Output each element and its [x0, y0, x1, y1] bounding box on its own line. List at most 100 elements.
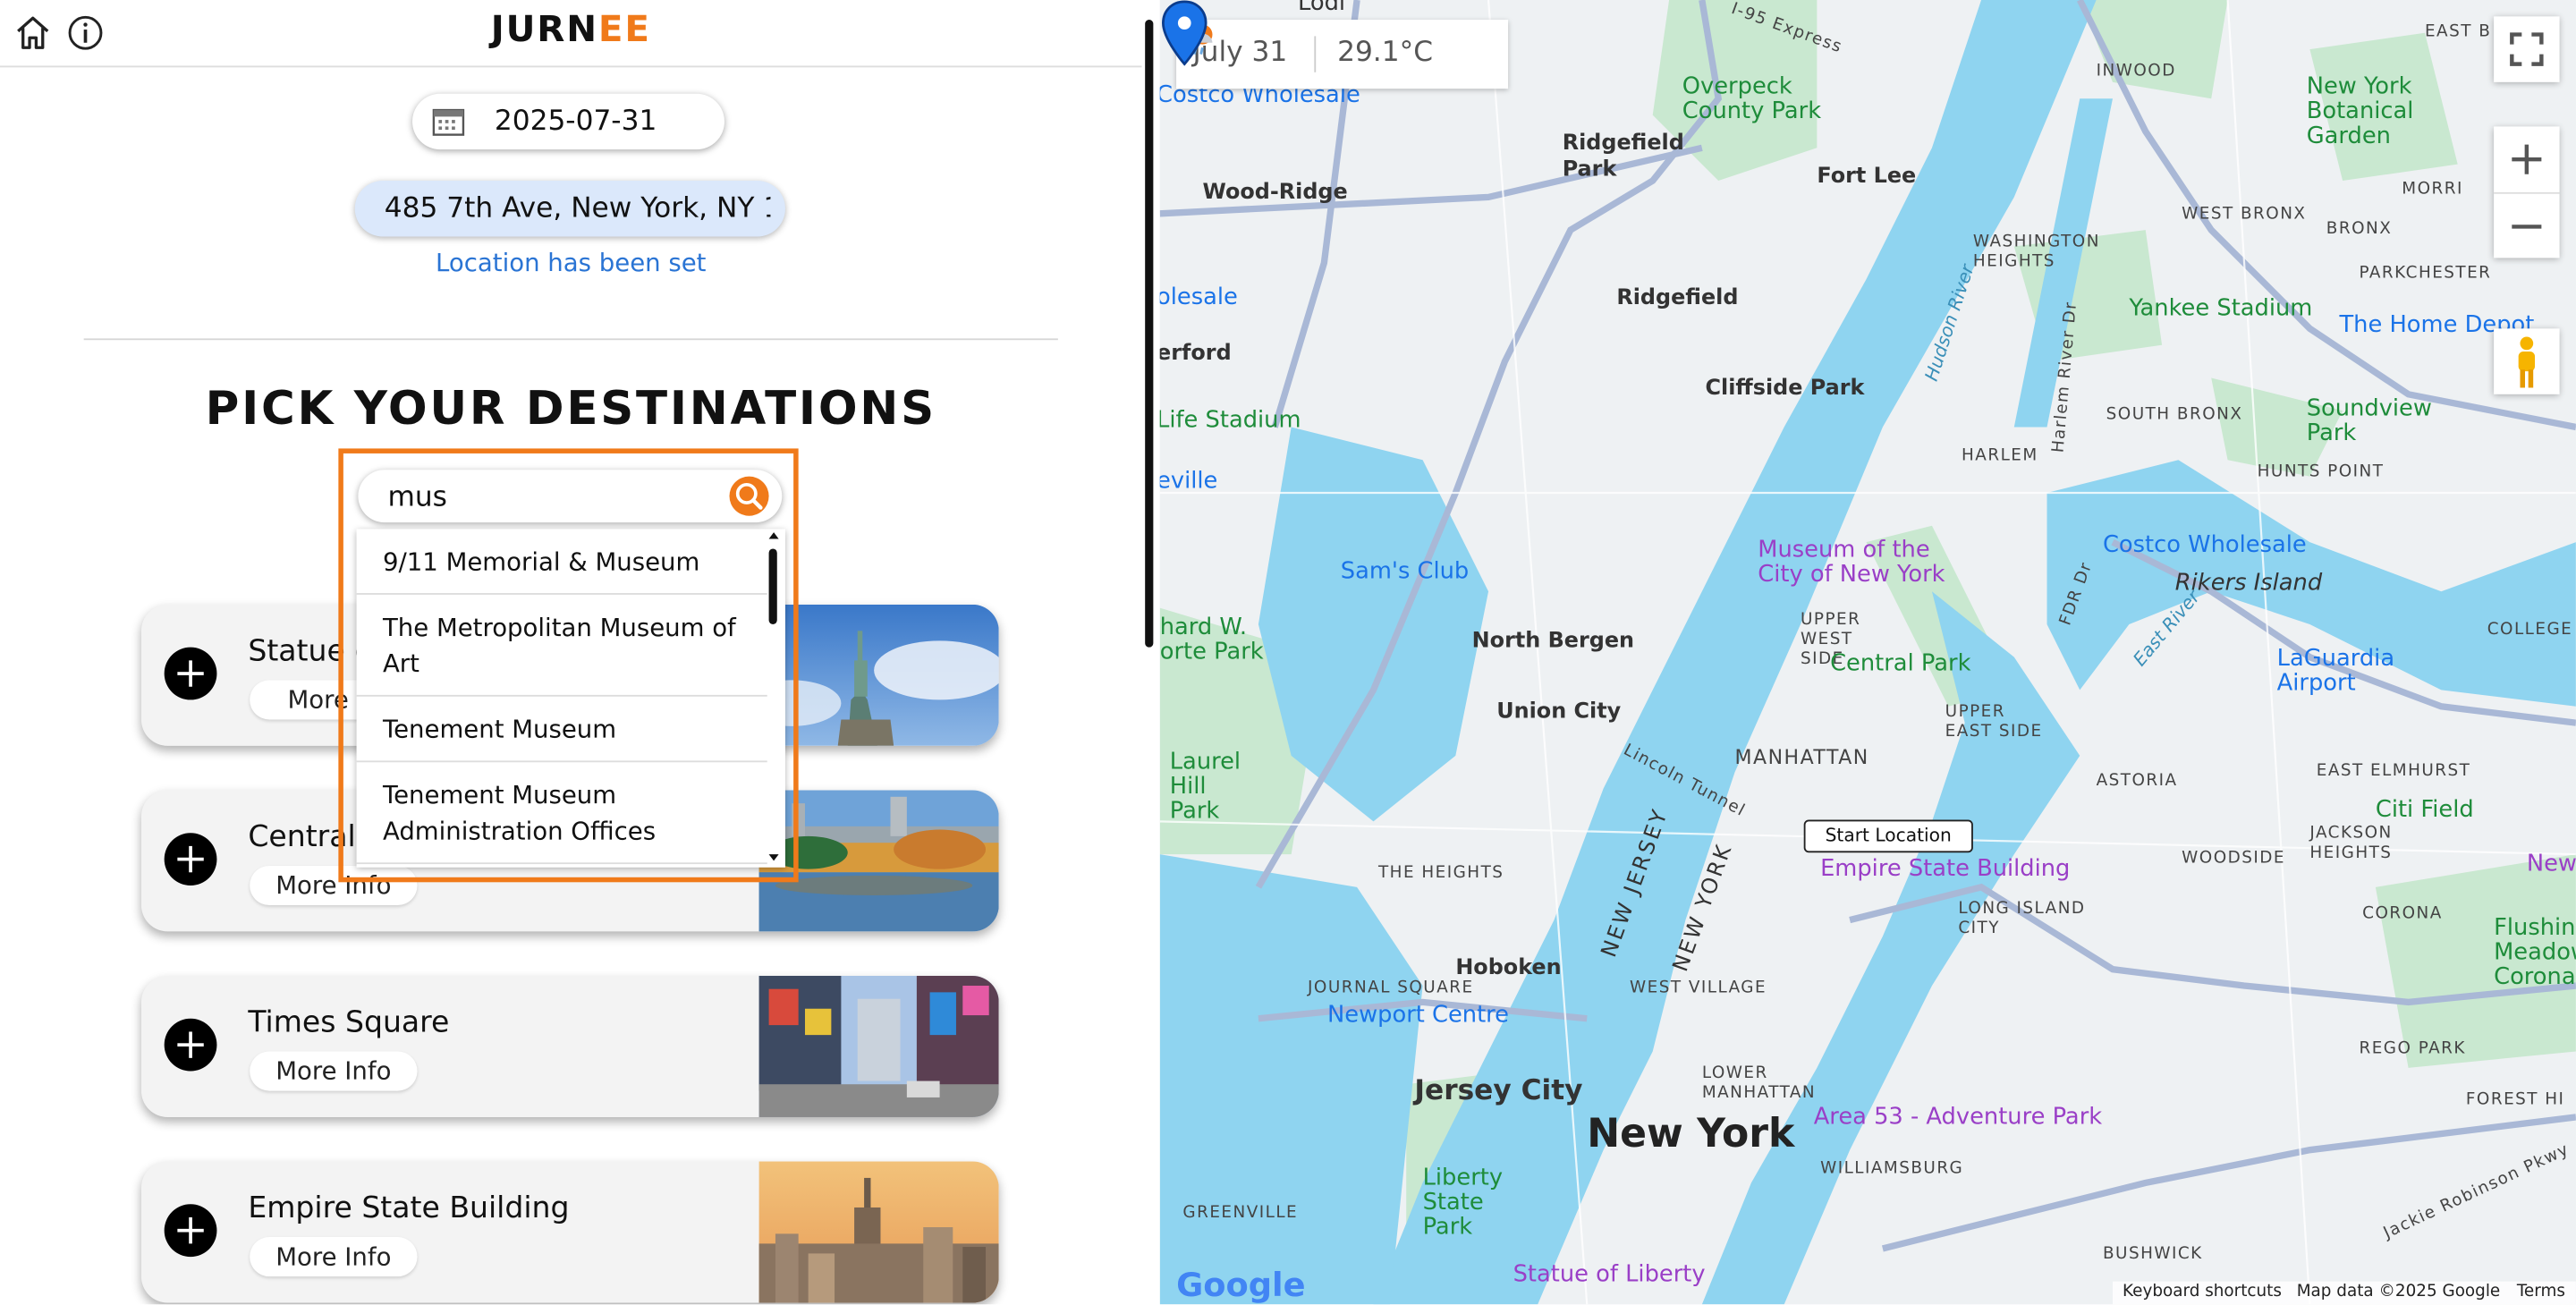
map-label: Lodi: [1297, 0, 1346, 17]
destination-title: Times Square: [248, 1005, 450, 1040]
suggestion-item[interactable]: Tenement Museum Administration Offices: [383, 777, 767, 850]
map-label: New York: [1587, 1110, 1795, 1157]
scroll-up-arrow-icon[interactable]: [768, 532, 779, 539]
app-logo[interactable]: JURNEE: [0, 10, 1142, 51]
google-logo-text: Google: [1176, 1265, 1306, 1305]
search-icon: [735, 482, 763, 510]
map-footer: Keyboard shortcuts Map data ©2025 Google…: [2112, 1281, 2576, 1305]
map-label: Jersey City: [1414, 1074, 1583, 1107]
empire-state-building-image: [758, 1161, 999, 1303]
map-label: FOREST HI: [2465, 1090, 2565, 1109]
map-label: Overpeck County Park: [1682, 73, 1822, 125]
suggestion-item[interactable]: 9/11 Memorial & Museum: [383, 544, 767, 580]
date-picker[interactable]: 2025-07-31: [412, 93, 724, 150]
destination-card[interactable]: Times Square More Info: [140, 975, 999, 1117]
map-label: Empire State Building: [1820, 855, 2071, 883]
weather-separator: [1314, 36, 1317, 72]
map-label: Union City: [1496, 699, 1622, 725]
location-field[interactable]: 485 7th Ave, New York, NY 1: [354, 181, 785, 237]
add-icon[interactable]: [164, 647, 217, 700]
street-view-pegman[interactable]: [2494, 328, 2560, 394]
map-view[interactable]: Lodi Overpeck County Park Costco Wholesa…: [1159, 0, 2576, 1305]
suggestions-scrollbar[interactable]: [768, 548, 777, 624]
map-label: Life Stadium: [1159, 407, 1301, 434]
weather-temp: 29.1°C: [1337, 36, 1434, 70]
destination-search[interactable]: [358, 470, 783, 523]
minus-icon: [2512, 225, 2542, 229]
map-label: olesale: [1159, 284, 1238, 311]
map-label: Rikers Island: [2174, 570, 2323, 597]
destination-title: Empire State Building: [248, 1191, 570, 1226]
map-label: GREENVILLE: [1182, 1204, 1299, 1223]
map-label: HUNTS POINT: [2257, 462, 2385, 482]
map-label: LOWER MANHATTAN: [1701, 1064, 1817, 1103]
suggestion-item[interactable]: The Metropolitan Museum of Art: [383, 609, 767, 682]
terms-link[interactable]: Terms: [2517, 1283, 2565, 1301]
keyboard-shortcuts-link[interactable]: Keyboard shortcuts: [2123, 1283, 2282, 1301]
calendar-icon: [432, 108, 465, 136]
map-label: Sam's Club: [1340, 558, 1470, 585]
map-label: WEST BRONX: [2182, 205, 2307, 224]
map-label: WILLIAMSBURG: [1820, 1159, 1964, 1178]
zoom-out-button[interactable]: [2494, 191, 2560, 259]
map-label: New York Botanical Garden: [2306, 73, 2414, 150]
destination-card[interactable]: Empire State Building More Info: [140, 1161, 999, 1303]
search-button[interactable]: [729, 476, 769, 516]
map-label: BRONX: [2326, 220, 2393, 239]
left-panel-scrollbar[interactable]: [1145, 20, 1154, 648]
suggestion-separator: [356, 862, 767, 865]
map-label: WOODSIDE: [2182, 849, 2285, 868]
add-icon[interactable]: [164, 833, 217, 886]
map-label: Citi Field: [2375, 796, 2474, 824]
fullscreen-icon: [2510, 32, 2544, 66]
map-label: INWOOD: [2096, 62, 2176, 81]
map-label: MORRI: [2402, 181, 2463, 199]
map-label: UPPER EAST SIDE: [1945, 703, 2043, 741]
location-value: 485 7th Ave, New York, NY 1: [384, 191, 771, 225]
map-label: COLLEGE: [2487, 621, 2573, 640]
divider-line: [83, 338, 1058, 341]
fullscreen-button[interactable]: [2494, 16, 2560, 82]
map-label: Cliffside Park: [1705, 376, 1865, 402]
map-label: Wood-Ridge: [1202, 181, 1348, 206]
map-label: Hoboken: [1455, 955, 1562, 981]
map-label: Ridgefield: [1616, 285, 1739, 311]
map-label: Central Park: [1830, 650, 1971, 677]
start-location-marker-icon[interactable]: [1160, 0, 1209, 66]
map-label: BUSHWICK: [2102, 1245, 2203, 1264]
map-label: erford: [1159, 342, 1232, 367]
map-label: EAST ELMHURST: [2316, 762, 2471, 781]
map-label: LONG ISLAND CITY: [1958, 900, 2086, 938]
more-info-button[interactable]: More Info: [250, 1051, 418, 1091]
map-label: Museum of the City of New York: [1758, 537, 1945, 589]
map-label: MANHATTAN: [1734, 745, 1869, 769]
top-bar: JURNEE: [0, 0, 1142, 68]
plus-icon: [2512, 144, 2542, 174]
map-label: hard W.: [1159, 614, 1248, 641]
map-label: New Sc: [2526, 851, 2576, 877]
map-label: JOURNAL SQUARE: [1308, 979, 1474, 997]
map-label: Soundview Park: [2306, 395, 2432, 447]
times-square-image: [758, 975, 999, 1117]
google-logo: Google: [1176, 1265, 1305, 1304]
page-title: PICK YOUR DESTINATIONS: [205, 381, 936, 436]
zoom-in-button[interactable]: [2494, 126, 2559, 191]
zoom-controls: [2494, 126, 2560, 259]
map-label: THE HEIGHTS: [1377, 864, 1504, 883]
map-label: Newport Centre: [1327, 1002, 1510, 1029]
scroll-down-arrow-icon[interactable]: [768, 854, 779, 861]
date-value: 2025-07-31: [494, 105, 657, 139]
location-status: Location has been set: [436, 248, 707, 278]
add-icon[interactable]: [164, 1204, 217, 1258]
add-icon[interactable]: [164, 1018, 217, 1072]
map-label: SOUTH BRONX: [2106, 405, 2243, 424]
map-label: Costco Wholesale: [2102, 532, 2307, 559]
search-input[interactable]: [384, 476, 720, 520]
more-info-button[interactable]: More Info: [250, 1237, 418, 1277]
map-label: LaGuardia Airport: [2276, 645, 2395, 697]
map-label: WEST VILLAGE: [1630, 979, 1767, 997]
map-label: PARKCHESTER: [2359, 264, 2492, 283]
map-label: ASTORIA: [2096, 772, 2178, 791]
pegman-icon: [2518, 336, 2536, 388]
suggestion-item[interactable]: Tenement Museum: [383, 711, 767, 747]
